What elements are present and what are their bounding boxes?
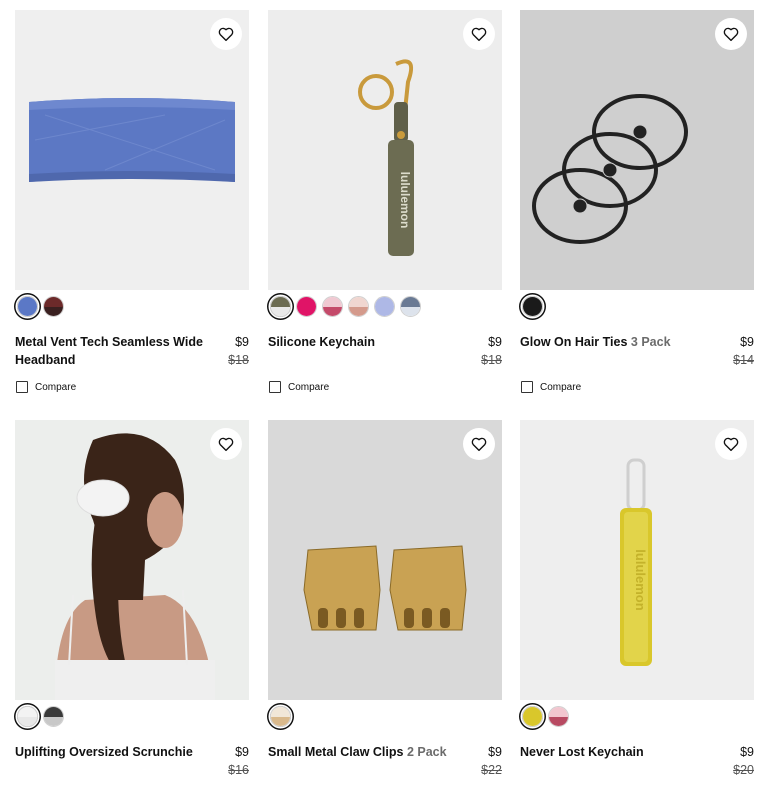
product-price: $9 $16 [228,743,249,779]
checkbox-icon[interactable] [269,381,281,393]
color-swatches [17,296,64,317]
heart-icon [218,27,234,42]
wishlist-button[interactable] [210,18,242,50]
sale-price: $9 [235,745,249,759]
color-swatches [522,296,543,317]
product-price: $9 $20 [733,743,754,779]
color-swatches [270,706,291,727]
product-name[interactable]: Glow On Hair Ties 3 Pack [520,333,710,351]
color-swatch[interactable] [348,296,369,317]
color-swatch[interactable] [17,296,38,317]
color-swatch[interactable] [17,706,38,727]
product-image[interactable] [15,10,249,290]
checkbox-icon[interactable] [16,381,28,393]
compare-label: Compare [288,381,330,393]
color-swatch[interactable] [43,706,64,727]
product-price: $9 $18 [481,333,502,369]
product-name[interactable]: Silicone Keychain [268,333,458,351]
product-price: $9 $14 [733,333,754,369]
product-image[interactable]: lululemon [520,420,754,700]
color-swatch[interactable] [322,296,343,317]
product-price: $9 $22 [481,743,502,779]
sale-price: $9 [488,335,502,349]
color-swatch[interactable] [400,296,421,317]
product-name-text[interactable]: Uplifting Oversized Scrunchie [15,745,193,759]
wishlist-button[interactable] [715,18,747,50]
color-swatch[interactable] [270,706,291,727]
wishlist-button[interactable] [210,428,242,460]
product-image[interactable] [268,420,502,700]
original-price: $22 [481,763,502,777]
heart-icon [218,437,234,452]
compare-checkbox[interactable]: Compare [269,381,329,393]
sale-price: $9 [488,745,502,759]
sale-price: $9 [235,335,249,349]
product-name-text[interactable]: Glow On Hair Ties [520,335,627,349]
pack-count: 3 Pack [630,335,671,349]
product-name-text[interactable]: Silicone Keychain [268,335,375,349]
heart-icon [723,27,739,42]
color-swatch[interactable] [43,296,64,317]
color-swatches [17,706,64,727]
product-name[interactable]: Never Lost Keychain [520,743,710,761]
compare-label: Compare [540,381,582,393]
original-price: $18 [481,353,502,367]
color-swatch[interactable] [522,706,543,727]
compare-label: Compare [35,381,77,393]
product-price: $9 $18 [228,333,249,369]
product-image[interactable] [520,10,754,290]
sale-price: $9 [740,745,754,759]
color-swatch[interactable] [296,296,317,317]
product-name[interactable]: Metal Vent Tech Seamless Wide Headband [15,333,205,369]
color-swatch[interactable] [374,296,395,317]
pack-count: 2 Pack [406,745,447,759]
product-name-text[interactable]: Metal Vent Tech Seamless Wide Headband [15,335,203,367]
product-name-text[interactable]: Small Metal Claw Clips [268,745,403,759]
original-price: $20 [733,763,754,777]
compare-checkbox[interactable]: Compare [521,381,581,393]
compare-checkbox[interactable]: Compare [16,381,76,393]
heart-icon [471,27,487,42]
product-name[interactable]: Small Metal Claw Clips 2 Pack [268,743,458,761]
original-price: $14 [733,353,754,367]
color-swatch[interactable] [522,296,543,317]
sale-price: $9 [740,335,754,349]
wishlist-button[interactable] [463,428,495,460]
color-swatch[interactable] [270,296,291,317]
heart-icon [471,437,487,452]
color-swatches [522,706,569,727]
product-image[interactable] [15,420,249,700]
checkbox-icon[interactable] [521,381,533,393]
brand-wordmark: lululemon [398,172,412,229]
color-swatch[interactable] [548,706,569,727]
original-price: $16 [228,763,249,777]
brand-wordmark: lululemon [633,549,648,610]
color-swatches [270,296,421,317]
product-image[interactable]: lululemon [268,10,502,290]
product-name-text[interactable]: Never Lost Keychain [520,745,644,759]
heart-icon [723,437,739,452]
wishlist-button[interactable] [463,18,495,50]
wishlist-button[interactable] [715,428,747,460]
product-name[interactable]: Uplifting Oversized Scrunchie [15,743,205,761]
original-price: $18 [228,353,249,367]
